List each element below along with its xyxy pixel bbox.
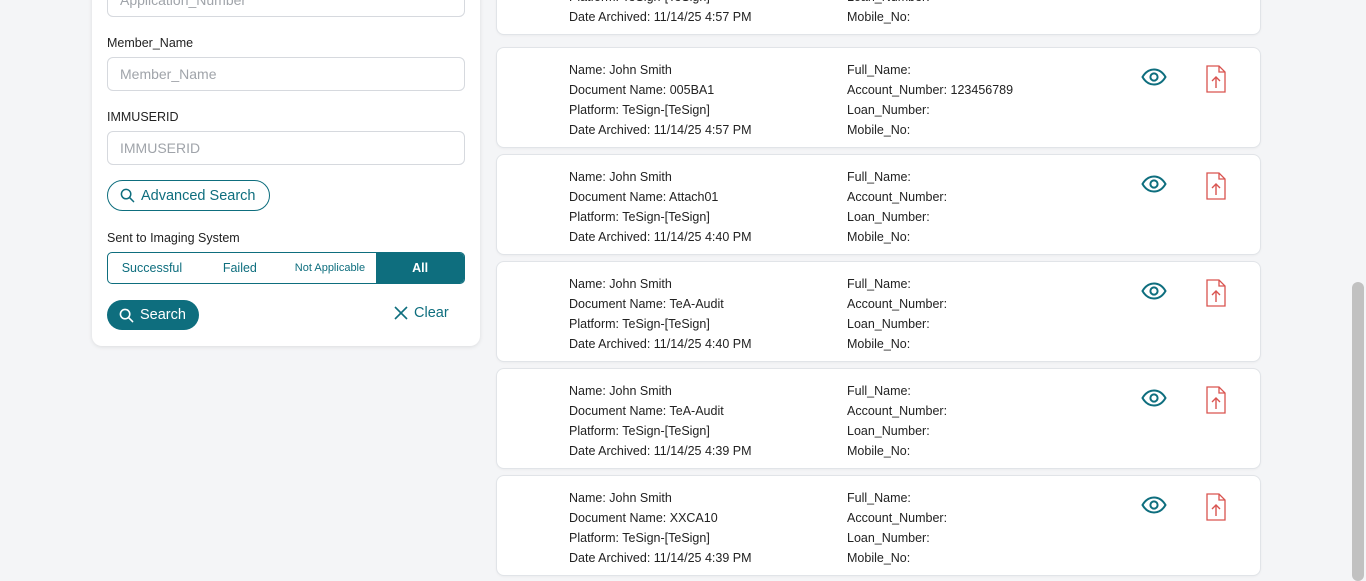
eye-icon[interactable] <box>1141 175 1167 198</box>
archive-record-card: Name: John Smith Document Name: 005BA1 Pla… <box>496 47 1261 148</box>
record-document: Document Name: TeA-Audit <box>569 297 724 311</box>
record-platform: Platform: TeSign-[TeSign] <box>569 317 710 331</box>
record-left-column: Name: John Smith Document Name: Attach01 P… <box>569 167 752 247</box>
search-icon <box>120 188 135 203</box>
record-right-column: Full_Name: Account_Number: Loan_Number: Mob… <box>847 274 947 354</box>
eye-icon[interactable] <box>1141 496 1167 519</box>
record-document: Document Name: 005BA1 <box>569 83 715 97</box>
record-name: Name: John Smith <box>569 63 672 77</box>
record-full-name: Full_Name: <box>847 277 911 291</box>
immuserid-label: IMMUSERID <box>107 110 179 124</box>
segment-successful[interactable]: Successful <box>108 253 196 283</box>
record-name: Name: John Smith <box>569 384 672 398</box>
archive-record-card: Name: John Smith Document Name: Attach01 P… <box>496 154 1261 255</box>
advanced-search-button[interactable]: Advanced Search <box>107 180 270 211</box>
record-left-column: Name: John Smith Document Name: TeA-Audit… <box>569 381 752 461</box>
eye-icon[interactable] <box>1141 389 1167 412</box>
member-name-label: Member_Name <box>107 36 194 50</box>
record-loan: Loan_Number: <box>847 531 930 545</box>
record-right-column: Loan_Number: Mobile_No: <box>847 0 930 27</box>
record-account: Account_Number: <box>847 404 948 418</box>
immuserid-input[interactable] <box>107 131 465 165</box>
segment-failed[interactable]: Failed <box>196 253 284 283</box>
eye-icon[interactable] <box>1141 282 1167 305</box>
record-mobile: Mobile_No: <box>847 444 911 458</box>
member-name-input[interactable] <box>107 57 465 91</box>
record-mobile: Mobile_No: <box>847 230 911 244</box>
advanced-search-label: Advanced Search <box>141 187 256 204</box>
record-date: Date Archived: 11/14/25 4:57 PM <box>569 10 752 24</box>
record-date: Date Archived: 11/14/25 4:40 PM <box>569 230 752 244</box>
record-mobile: Mobile_No: <box>847 337 911 351</box>
archive-record-card: Name: John Smith Document Name: TeA-Audit… <box>496 261 1261 362</box>
record-left-column: Platform: TeSign-[TeSign] Date Archived: … <box>569 0 752 27</box>
search-icon <box>119 308 134 322</box>
archive-record-card: Platform: TeSign-[TeSign] Date Archived: … <box>496 0 1261 35</box>
search-button[interactable]: Search <box>107 300 199 330</box>
scrollbar-thumb[interactable] <box>1352 282 1364 581</box>
record-loan: Loan_Number: <box>847 210 930 224</box>
record-document: Document Name: Attach01 <box>569 190 719 204</box>
record-account: Account_Number: <box>847 511 948 525</box>
pdf-upload-icon[interactable] <box>1205 65 1227 98</box>
pdf-upload-icon[interactable] <box>1205 493 1227 526</box>
record-mobile: Mobile_No: <box>847 123 911 137</box>
filter-panel: Member_Name IMMUSERID Advanced Search Se… <box>92 0 480 346</box>
record-right-column: Full_Name: Account_Number: 123456789 Loan_… <box>847 60 1013 140</box>
imaging-status-toggle: Successful Failed Not Applicable All <box>107 252 465 284</box>
record-platform: Platform: TeSign-[TeSign] <box>569 424 710 438</box>
record-full-name: Full_Name: <box>847 63 911 77</box>
archive-record-card: Name: John Smith Document Name: TeA-Audit… <box>496 368 1261 469</box>
segment-all[interactable]: All <box>376 253 464 283</box>
record-name: Name: John Smith <box>569 491 672 505</box>
record-mobile: Mobile_No: <box>847 10 911 24</box>
record-name: Name: John Smith <box>569 170 672 184</box>
record-loan: Loan_Number: <box>847 424 930 438</box>
record-full-name: Full_Name: <box>847 384 911 398</box>
record-right-column: Full_Name: Account_Number: Loan_Number: Mob… <box>847 167 947 247</box>
sent-to-imaging-label: Sent to Imaging System <box>107 231 240 245</box>
pdf-upload-icon[interactable] <box>1205 386 1227 419</box>
record-left-column: Name: John Smith Document Name: TeA-Audit… <box>569 274 752 354</box>
segment-not-applicable[interactable]: Not Applicable <box>284 253 376 283</box>
record-left-column: Name: John Smith Document Name: 005BA1 Pla… <box>569 60 752 140</box>
record-platform: Platform: TeSign-[TeSign] <box>569 0 752 7</box>
record-loan: Loan_Number: <box>847 103 930 117</box>
pdf-upload-icon[interactable] <box>1205 172 1227 205</box>
record-platform: Platform: TeSign-[TeSign] <box>569 531 710 545</box>
record-account: Account_Number: 123456789 <box>847 83 1014 97</box>
clear-button[interactable]: Clear <box>394 305 449 321</box>
record-loan: Loan_Number: <box>847 317 930 331</box>
record-full-name: Full_Name: <box>847 491 911 505</box>
clear-label: Clear <box>414 305 449 321</box>
application-number-input[interactable] <box>107 0 465 17</box>
record-loan: Loan_Number: <box>847 0 930 7</box>
record-account: Account_Number: <box>847 190 948 204</box>
record-right-column: Full_Name: Account_Number: Loan_Number: Mob… <box>847 381 947 461</box>
record-date: Date Archived: 11/14/25 4:57 PM <box>569 123 752 137</box>
record-date: Date Archived: 11/14/25 4:40 PM <box>569 337 752 351</box>
record-right-column: Full_Name: Account_Number: Loan_Number: Mob… <box>847 488 947 568</box>
pdf-upload-icon[interactable] <box>1205 279 1227 312</box>
archive-record-card: Name: John Smith Document Name: XXCA10 Pla… <box>496 475 1261 576</box>
record-platform: Platform: TeSign-[TeSign] <box>569 103 710 117</box>
record-account: Account_Number: <box>847 297 948 311</box>
record-date: Date Archived: 11/14/25 4:39 PM <box>569 444 752 458</box>
record-document: Document Name: XXCA10 <box>569 511 718 525</box>
record-left-column: Name: John Smith Document Name: XXCA10 Pla… <box>569 488 752 568</box>
record-mobile: Mobile_No: <box>847 551 911 565</box>
record-full-name: Full_Name: <box>847 170 911 184</box>
record-platform: Platform: TeSign-[TeSign] <box>569 210 710 224</box>
record-document: Document Name: TeA-Audit <box>569 404 724 418</box>
record-name: Name: John Smith <box>569 277 672 291</box>
search-label: Search <box>140 307 186 323</box>
eye-icon[interactable] <box>1141 68 1167 91</box>
close-icon <box>394 306 408 320</box>
record-date: Date Archived: 11/14/25 4:39 PM <box>569 551 752 565</box>
